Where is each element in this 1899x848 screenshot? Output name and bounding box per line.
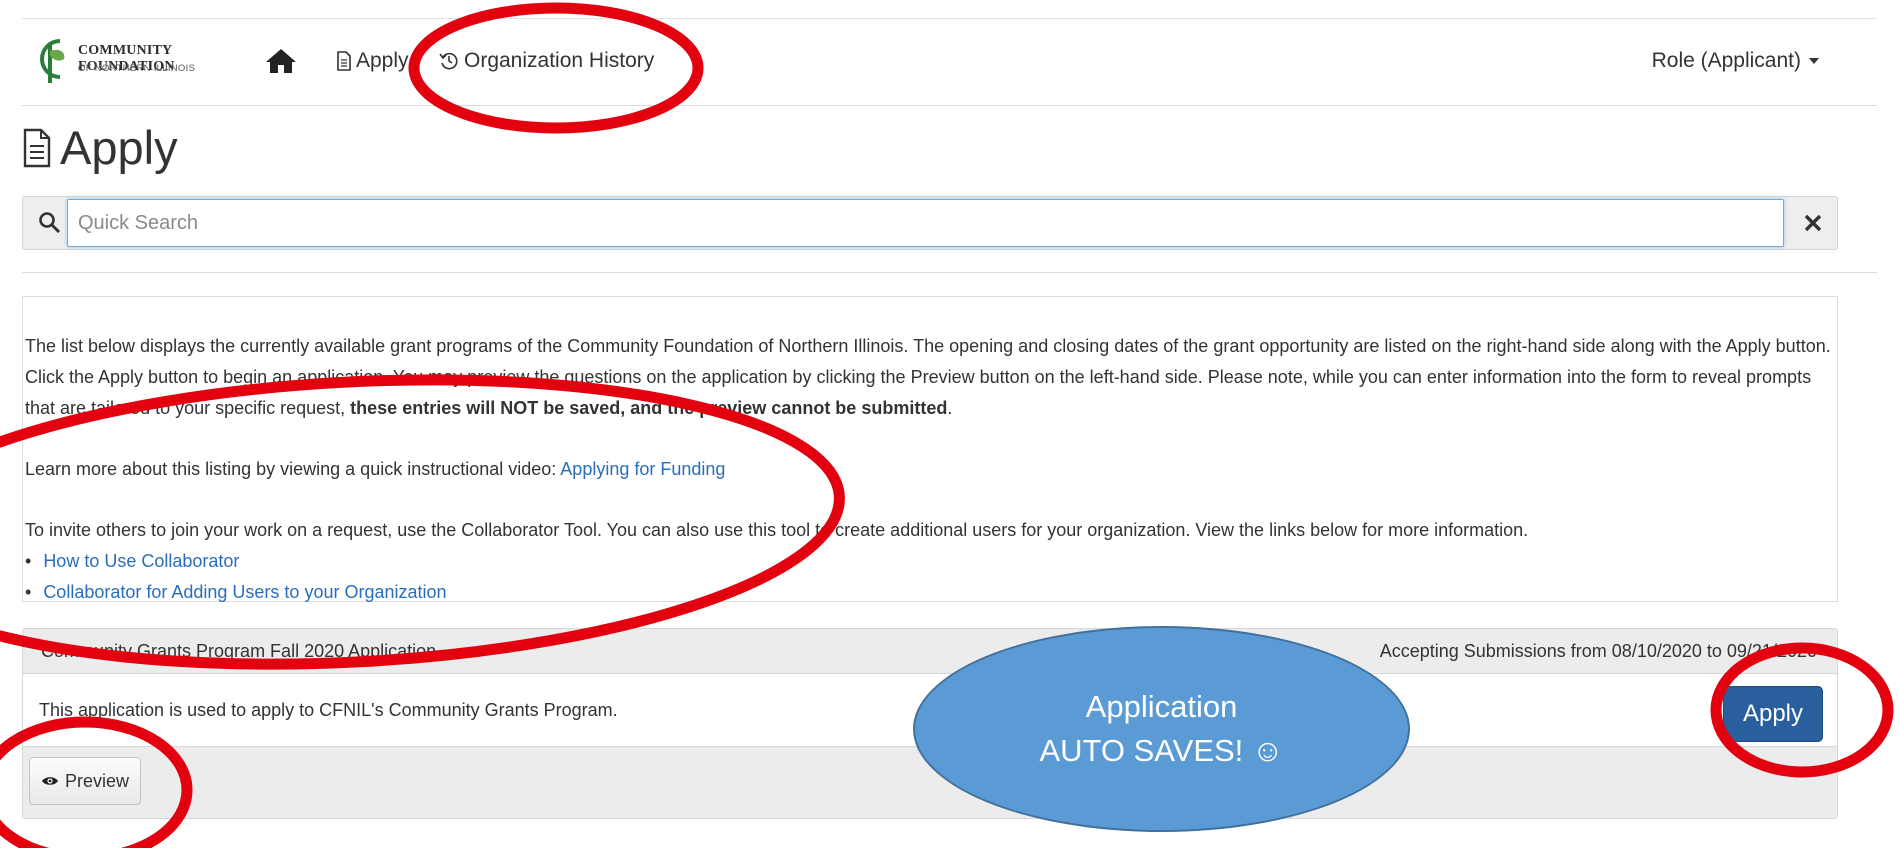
brand-subtitle: OF NORTHERN ILLINOIS (78, 63, 196, 74)
page-title: Apply (22, 120, 178, 175)
nav-apply-label: Apply (356, 49, 409, 72)
role-label: Role (Applicant) (1651, 49, 1801, 72)
top-navbar: COMMUNITY FOUNDATION OF NORTHERN ILLINOI… (22, 18, 1877, 106)
page-title-text: Apply (60, 121, 178, 174)
collaborator-adding-users-link[interactable]: Collaborator for Adding Users to your Or… (43, 582, 446, 602)
preview-label: Preview (64, 770, 130, 791)
divider (22, 272, 1877, 273)
video-paragraph: Learn more about this listing by viewing… (25, 459, 726, 479)
preview-button[interactable]: Preview (29, 757, 141, 805)
quick-search-bar (22, 196, 1838, 250)
search-input[interactable] (67, 199, 1784, 247)
list-item: How to Use Collaborator (25, 546, 1833, 577)
instructions-paragraph: The list below displays the currently av… (25, 336, 1831, 418)
search-icon (39, 212, 61, 234)
grant-description: This application is used to apply to CFN… (39, 700, 618, 720)
brand-logo[interactable]: COMMUNITY FOUNDATION OF NORTHERN ILLINOI… (30, 33, 240, 91)
collaborator-links: How to Use Collaborator Collaborator for… (23, 546, 1833, 608)
grant-title: Community Grants Program Fall 2020 Appli… (41, 641, 437, 661)
apply-button[interactable]: Apply (1723, 686, 1823, 742)
submission-dates: Accepting Submissions from 08/10/2020 to… (1379, 641, 1817, 661)
home-icon (266, 49, 296, 73)
collaborator-paragraph: To invite others to join your work on a … (25, 520, 1529, 540)
caret-down-icon (1809, 58, 1819, 64)
applying-for-funding-link[interactable]: Applying for Funding (560, 459, 725, 479)
nav-home[interactable] (264, 47, 298, 75)
nav-apply[interactable]: Apply (336, 49, 409, 73)
callout-line-2: AUTO SAVES! ☺ (1039, 733, 1284, 768)
callout-line-1: Application (1085, 689, 1238, 724)
close-icon[interactable] (1799, 209, 1827, 237)
instructions-panel: The list below displays the currently av… (22, 296, 1838, 602)
foundation-leaf-icon (40, 39, 65, 83)
auto-save-callout: Application AUTO SAVES! ☺ (913, 626, 1410, 832)
nav-history-label: Organization History (464, 49, 655, 72)
how-to-use-collaborator-link[interactable]: How to Use Collaborator (43, 551, 239, 571)
role-dropdown[interactable]: Role (Applicant) (1652, 49, 1819, 73)
list-item: Collaborator for Adding Users to your Or… (25, 577, 1833, 608)
nav-organization-history[interactable]: Organization History (439, 49, 654, 73)
document-icon (23, 128, 51, 167)
warning-text: these entries will NOT be saved, and the… (350, 398, 948, 418)
history-icon (439, 52, 458, 70)
grant-header: Community Grants Program Fall 2020 Appli… (23, 629, 1837, 674)
document-icon (337, 51, 351, 71)
eye-icon (41, 777, 58, 785)
